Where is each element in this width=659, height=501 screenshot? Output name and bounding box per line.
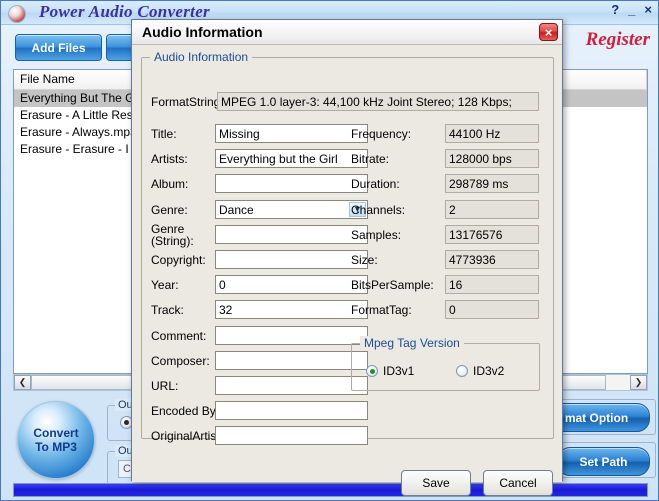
label-composer: Composer: bbox=[151, 354, 210, 368]
audio-information-group-title: Audio Information bbox=[150, 50, 253, 64]
format-string-label: FormatString: bbox=[151, 95, 224, 109]
label-duration: Duration: bbox=[351, 177, 400, 191]
label-encoded-by: Encoded By: bbox=[151, 404, 220, 418]
value-channels: 2 bbox=[445, 200, 539, 219]
input-url[interactable] bbox=[215, 376, 368, 395]
label-comment: Comment: bbox=[151, 329, 207, 343]
input-encoded-by[interactable] bbox=[215, 401, 368, 420]
label-copyright: Copyright: bbox=[151, 253, 206, 267]
radio-id3v1[interactable]: ID3v1 bbox=[366, 364, 414, 378]
combo-genre[interactable]: Dance ▼ bbox=[215, 200, 368, 219]
convert-label-line2: To MP3 bbox=[35, 440, 77, 454]
input-copyright[interactable] bbox=[215, 250, 368, 269]
radio-id3v1-label: ID3v1 bbox=[383, 364, 415, 378]
input-composer[interactable] bbox=[215, 351, 368, 370]
label-channels: Channels: bbox=[351, 203, 406, 217]
convert-to-mp3-button[interactable]: Convert To MP3 bbox=[17, 401, 95, 479]
format-string-value: MPEG 1.0 layer-3: 44,100 kHz Joint Stere… bbox=[217, 92, 539, 111]
app-logo-icon bbox=[8, 5, 26, 23]
dialog-titlebar: Audio Information × bbox=[132, 20, 562, 45]
input-title[interactable]: Missing bbox=[215, 124, 368, 143]
window-controls: ? _ × bbox=[611, 3, 652, 17]
dialog-body: Audio Information FormatString: MPEG 1.0… bbox=[132, 45, 562, 496]
input-originalartist[interactable] bbox=[215, 426, 368, 445]
label-samples: Samples: bbox=[351, 228, 402, 242]
value-samples: 13176576 bbox=[445, 225, 539, 244]
label-bitspersample: BitsPerSample: bbox=[351, 278, 434, 292]
input-comment[interactable] bbox=[215, 326, 368, 345]
label-title: Title: bbox=[151, 127, 177, 141]
screen: Power Audio Converter ? _ × Register Add… bbox=[0, 0, 659, 501]
label-bitrate: Bitrate: bbox=[351, 152, 390, 166]
radio-id3v2-label: ID3v2 bbox=[473, 364, 505, 378]
label-year: Year: bbox=[151, 278, 179, 292]
input-album[interactable] bbox=[215, 174, 368, 193]
mpeg-tag-version-group: Mpeg Tag Version ID3v1 ID3v2 bbox=[351, 336, 540, 391]
mpeg-tag-version-title: Mpeg Tag Version bbox=[360, 336, 464, 350]
input-genre-string[interactable] bbox=[215, 225, 368, 244]
register-link[interactable]: Register bbox=[586, 29, 650, 51]
value-duration: 298789 ms bbox=[445, 174, 539, 193]
value-size: 4773936 bbox=[445, 250, 539, 269]
dialog-close-icon[interactable]: × bbox=[539, 23, 558, 41]
label-genre-string-line2: (String): bbox=[151, 234, 194, 248]
audio-information-dialog: Audio Information × Audio Information Fo… bbox=[131, 19, 563, 496]
value-frequency: 44100 Hz bbox=[445, 124, 539, 143]
help-icon[interactable]: ? bbox=[611, 3, 619, 17]
add-files-button[interactable]: Add Files bbox=[15, 34, 102, 61]
label-formattag: FormatTag: bbox=[351, 303, 412, 317]
value-bitrate: 128000 bps bbox=[445, 149, 539, 168]
label-genre: Genre: bbox=[151, 203, 188, 217]
close-icon[interactable]: × bbox=[644, 3, 652, 17]
value-formattag: 0 bbox=[445, 300, 539, 319]
radio-id3v2[interactable]: ID3v2 bbox=[456, 364, 504, 378]
radio-id3v2-knob bbox=[456, 365, 468, 377]
radio-id3v1-knob bbox=[366, 365, 378, 377]
set-path-button[interactable]: Set Path bbox=[557, 447, 650, 476]
label-frequency: Frequency: bbox=[351, 127, 412, 141]
label-originalartist: OriginalArtist: bbox=[151, 429, 224, 443]
convert-label-line1: Convert bbox=[33, 426, 79, 440]
input-track[interactable]: 32 bbox=[215, 300, 368, 319]
dialog-title: Audio Information bbox=[142, 24, 263, 40]
save-button[interactable]: Save bbox=[401, 470, 471, 496]
label-artists: Artists: bbox=[151, 152, 188, 166]
label-genre-string: Genre (String): bbox=[151, 223, 194, 247]
scroll-left-icon[interactable]: ❮ bbox=[14, 375, 31, 390]
input-artists[interactable]: Everything but the Girl bbox=[215, 149, 368, 168]
label-track: Track: bbox=[151, 303, 184, 317]
value-bitspersample: 16 bbox=[445, 275, 539, 294]
minimize-icon[interactable]: _ bbox=[628, 3, 635, 17]
label-size: Size: bbox=[351, 253, 378, 267]
label-album: Album: bbox=[151, 177, 189, 191]
label-url: URL: bbox=[151, 379, 179, 393]
cancel-button[interactable]: Cancel bbox=[483, 470, 553, 496]
input-year[interactable]: 0 bbox=[215, 275, 368, 294]
scroll-right-icon[interactable]: ❯ bbox=[630, 375, 647, 390]
